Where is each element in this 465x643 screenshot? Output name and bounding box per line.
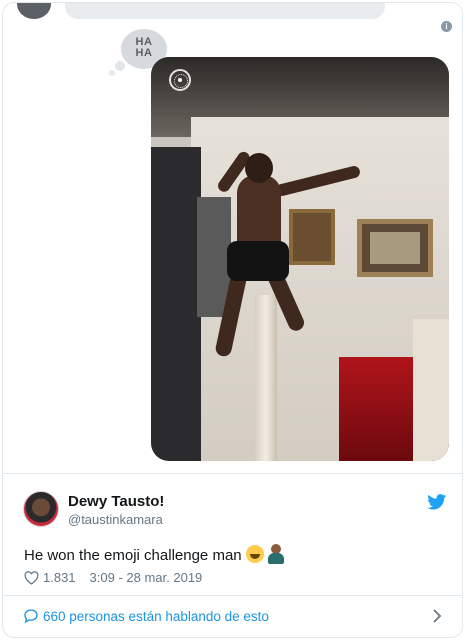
cropped-message-bubble	[65, 3, 385, 19]
chevron-right-icon[interactable]	[432, 609, 442, 623]
twitter-bird-icon[interactable]	[427, 494, 447, 510]
avatar[interactable]	[23, 491, 59, 527]
speech-bubble-icon	[24, 609, 38, 624]
embedded-tweet-card[interactable]: i HA HA Dewy Tausto! @taustinkamara He w…	[2, 2, 463, 638]
divider	[3, 473, 462, 474]
like-count[interactable]: 1.831	[43, 570, 76, 585]
tweet-photo[interactable]	[151, 57, 449, 461]
facepalm-emoji-icon	[267, 544, 284, 564]
reaction-bubble-dot-small	[109, 70, 115, 76]
live-photo-icon	[169, 69, 191, 91]
laughing-emoji-icon	[245, 545, 264, 563]
reaction-bubble-dot	[115, 61, 125, 71]
author-handle[interactable]: @taustinkamara	[68, 512, 163, 527]
haha-line-2: HA	[135, 47, 153, 59]
tweet-media[interactable]: i HA HA	[3, 3, 462, 473]
cropped-avatar	[17, 3, 51, 19]
tweet-text-content: He won the emoji challenge man	[24, 547, 242, 564]
conversation-link[interactable]: 660 personas están hablando de esto	[3, 596, 462, 636]
tweet-meta: 1.831 3:09 - 28 mar. 2019	[24, 570, 202, 585]
timestamp[interactable]: 3:09 - 28 mar. 2019	[90, 570, 203, 585]
conversation-text[interactable]: 660 personas están hablando de esto	[43, 609, 269, 624]
heart-icon[interactable]	[24, 570, 39, 585]
author-name[interactable]: Dewy Tausto!	[68, 493, 164, 510]
tweet-text: He won the emoji challenge man	[24, 544, 284, 564]
info-icon[interactable]: i	[441, 21, 452, 32]
